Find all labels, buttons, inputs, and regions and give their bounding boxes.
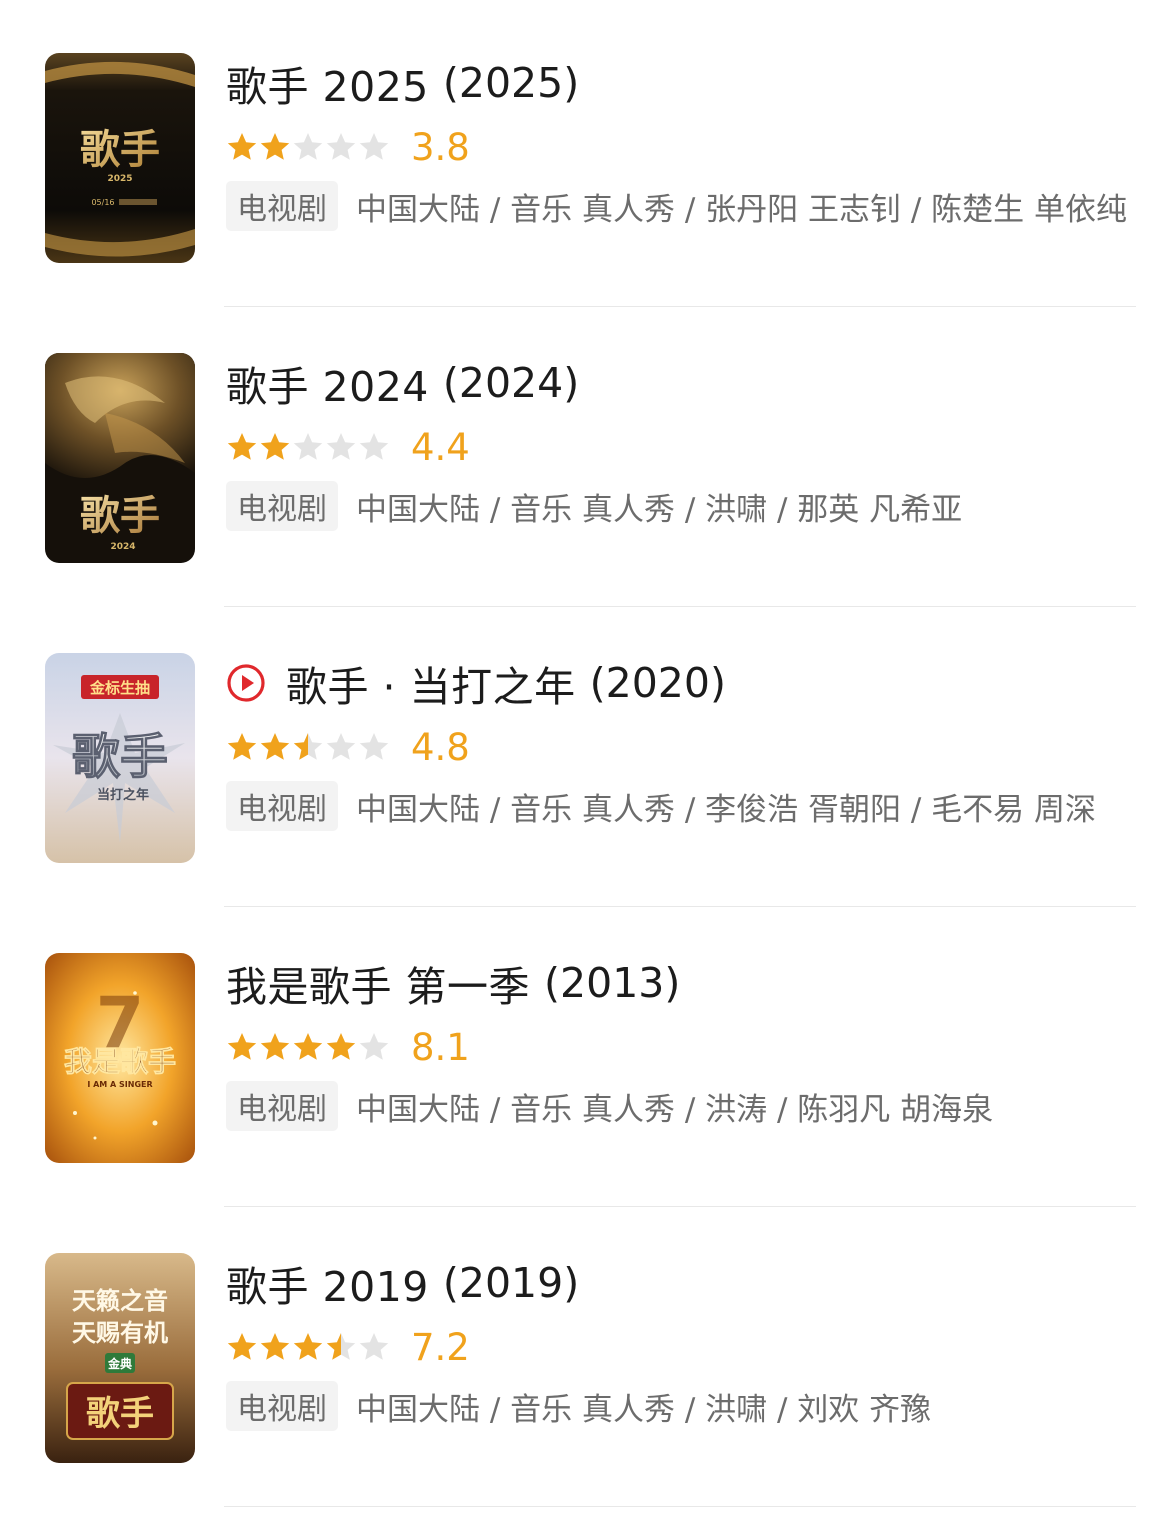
list-item[interactable]: 歌手 2025 05/16 歌手 2025 (2025) 3.8 电视剧 中国大… bbox=[0, 0, 1176, 307]
item-info: 中国大陆 / 音乐 真人秀 / 张丹阳 王志钊 / 陈楚生 单依纯 bbox=[356, 191, 1128, 228]
item-info: 中国大陆 / 音乐 真人秀 / 洪啸 / 刘欢 齐豫 bbox=[356, 1391, 932, 1428]
poster-image[interactable]: 天籁之音 天赐有机 金典 歌手 bbox=[45, 1253, 195, 1463]
star-icon bbox=[359, 133, 389, 160]
star-rating bbox=[226, 1031, 391, 1063]
svg-text:当打之年: 当打之年 bbox=[97, 787, 149, 803]
meta-row: 电视剧 中国大陆 / 音乐 真人秀 / 洪涛 / 陈羽凡 胡海泉 bbox=[226, 1081, 1136, 1131]
item-info: 中国大陆 / 音乐 真人秀 / 洪啸 / 那英 凡希亚 bbox=[356, 491, 963, 528]
category-tag: 电视剧 bbox=[226, 1081, 338, 1131]
poster-image[interactable]: 歌手 2024 bbox=[45, 353, 195, 563]
title-row[interactable]: 歌手 2019 (2019) bbox=[226, 1252, 579, 1314]
star-icon bbox=[293, 133, 323, 160]
star-icon bbox=[293, 1333, 323, 1360]
star-icon bbox=[260, 1333, 290, 1360]
star-icon bbox=[359, 1033, 389, 1060]
poster-image[interactable]: 歌手 2025 05/16 bbox=[45, 53, 195, 263]
star-icon bbox=[359, 733, 389, 760]
star-icon bbox=[260, 133, 290, 160]
list-item[interactable]: 金标生抽 歌手 当打之年 歌手 · 当打之年 (2020) 4.8 电视剧 中国… bbox=[0, 600, 1176, 907]
star-icon bbox=[227, 133, 257, 160]
rating-row: 8.1 bbox=[226, 1024, 470, 1070]
rating-score: 8.1 bbox=[411, 1025, 470, 1069]
rating-row: 3.8 bbox=[226, 124, 470, 170]
item-info: 中国大陆 / 音乐 真人秀 / 洪涛 / 陈羽凡 胡海泉 bbox=[356, 1091, 994, 1128]
star-icon bbox=[260, 1033, 290, 1060]
star-rating bbox=[226, 131, 391, 163]
star-icon bbox=[227, 433, 257, 460]
svg-text:金典: 金典 bbox=[107, 1356, 132, 1371]
title-row[interactable]: 歌手 2024 (2024) bbox=[226, 352, 579, 414]
meta-row: 电视剧 中国大陆 / 音乐 真人秀 / 洪啸 / 刘欢 齐豫 bbox=[226, 1381, 1136, 1431]
star-rating bbox=[226, 1331, 391, 1363]
rating-score: 3.8 bbox=[411, 125, 470, 169]
category-tag: 电视剧 bbox=[226, 781, 338, 831]
item-title[interactable]: 歌手 2024 bbox=[226, 353, 429, 413]
star-icon bbox=[293, 433, 323, 460]
meta-row: 电视剧 中国大陆 / 音乐 真人秀 / 张丹阳 王志钊 / 陈楚生 单依纯 bbox=[226, 181, 1136, 231]
svg-text:天赐有机: 天赐有机 bbox=[72, 1318, 168, 1347]
star-icon bbox=[227, 1033, 257, 1060]
svg-text:I AM A SINGER: I AM A SINGER bbox=[87, 1080, 152, 1089]
item-title[interactable]: 歌手 2025 bbox=[226, 53, 429, 113]
star-icon bbox=[227, 1333, 257, 1360]
list-item[interactable]: 天籁之音 天赐有机 金典 歌手 歌手 2019 (2019) 7.2 电视剧 中… bbox=[0, 1200, 1176, 1507]
rating-row: 4.4 bbox=[226, 424, 470, 470]
item-title[interactable]: 我是歌手 第一季 bbox=[226, 953, 530, 1013]
rating-score: 4.8 bbox=[411, 725, 470, 769]
svg-text:05/16: 05/16 bbox=[91, 198, 114, 207]
item-title[interactable]: 歌手 · 当打之年 bbox=[286, 653, 576, 713]
item-year: (2024) bbox=[442, 359, 580, 407]
star-rating bbox=[226, 731, 391, 763]
svg-text:金标生抽: 金标生抽 bbox=[89, 679, 150, 697]
item-year: (2019) bbox=[442, 1259, 580, 1307]
divider bbox=[224, 1506, 1136, 1507]
list-item[interactable]: 歌手 2024 歌手 2024 (2024) 4.4 电视剧 中国大陆 / 音乐… bbox=[0, 300, 1176, 607]
rating-score: 7.2 bbox=[411, 1325, 470, 1369]
item-title[interactable]: 歌手 2019 bbox=[226, 1253, 429, 1313]
star-icon bbox=[326, 733, 356, 760]
svg-text:2024: 2024 bbox=[110, 542, 135, 552]
svg-text:歌手: 歌手 bbox=[80, 492, 160, 539]
star-icon bbox=[227, 733, 257, 760]
star-icon bbox=[326, 433, 356, 460]
svg-text:我是歌手: 我是歌手 bbox=[64, 1045, 176, 1078]
title-row[interactable]: 歌手 2025 (2025) bbox=[226, 52, 579, 114]
star-icon bbox=[326, 133, 356, 160]
svg-text:歌手: 歌手 bbox=[72, 729, 168, 785]
category-tag: 电视剧 bbox=[226, 181, 338, 231]
meta-row: 电视剧 中国大陆 / 音乐 真人秀 / 洪啸 / 那英 凡希亚 bbox=[226, 481, 1136, 531]
star-icon bbox=[359, 1333, 389, 1360]
rating-row: 7.2 bbox=[226, 1324, 470, 1370]
category-tag: 电视剧 bbox=[226, 1381, 338, 1431]
svg-text:天籁之音: 天籁之音 bbox=[72, 1286, 168, 1315]
poster-image[interactable]: 7 我是歌手 I AM A SINGER bbox=[45, 953, 195, 1163]
star-icon bbox=[293, 733, 323, 760]
poster-image[interactable]: 金标生抽 歌手 当打之年 bbox=[45, 653, 195, 863]
rating-score: 4.4 bbox=[411, 425, 470, 469]
star-rating bbox=[226, 431, 391, 463]
title-row[interactable]: 我是歌手 第一季 (2013) bbox=[226, 952, 680, 1014]
play-circle-icon[interactable] bbox=[226, 663, 266, 703]
item-year: (2013) bbox=[544, 959, 681, 1007]
list-item[interactable]: 7 我是歌手 I AM A SINGER 我是歌手 第一季 (2013) 8.1… bbox=[0, 900, 1176, 1207]
svg-text:歌手: 歌手 bbox=[86, 1394, 154, 1434]
star-icon bbox=[326, 1333, 356, 1360]
svg-text:歌手: 歌手 bbox=[80, 126, 160, 173]
star-icon bbox=[260, 733, 290, 760]
star-icon bbox=[260, 433, 290, 460]
title-row[interactable]: 歌手 · 当打之年 (2020) bbox=[226, 652, 726, 714]
item-year: (2020) bbox=[589, 659, 726, 707]
category-tag: 电视剧 bbox=[226, 481, 338, 531]
meta-row: 电视剧 中国大陆 / 音乐 真人秀 / 李俊浩 胥朝阳 / 毛不易 周深 bbox=[226, 781, 1136, 831]
svg-text:2025: 2025 bbox=[107, 174, 132, 184]
item-info: 中国大陆 / 音乐 真人秀 / 李俊浩 胥朝阳 / 毛不易 周深 bbox=[356, 791, 1097, 828]
rating-row: 4.8 bbox=[226, 724, 470, 770]
star-icon bbox=[293, 1033, 323, 1060]
star-icon bbox=[326, 1033, 356, 1060]
item-year: (2025) bbox=[442, 59, 580, 107]
star-icon bbox=[359, 433, 389, 460]
